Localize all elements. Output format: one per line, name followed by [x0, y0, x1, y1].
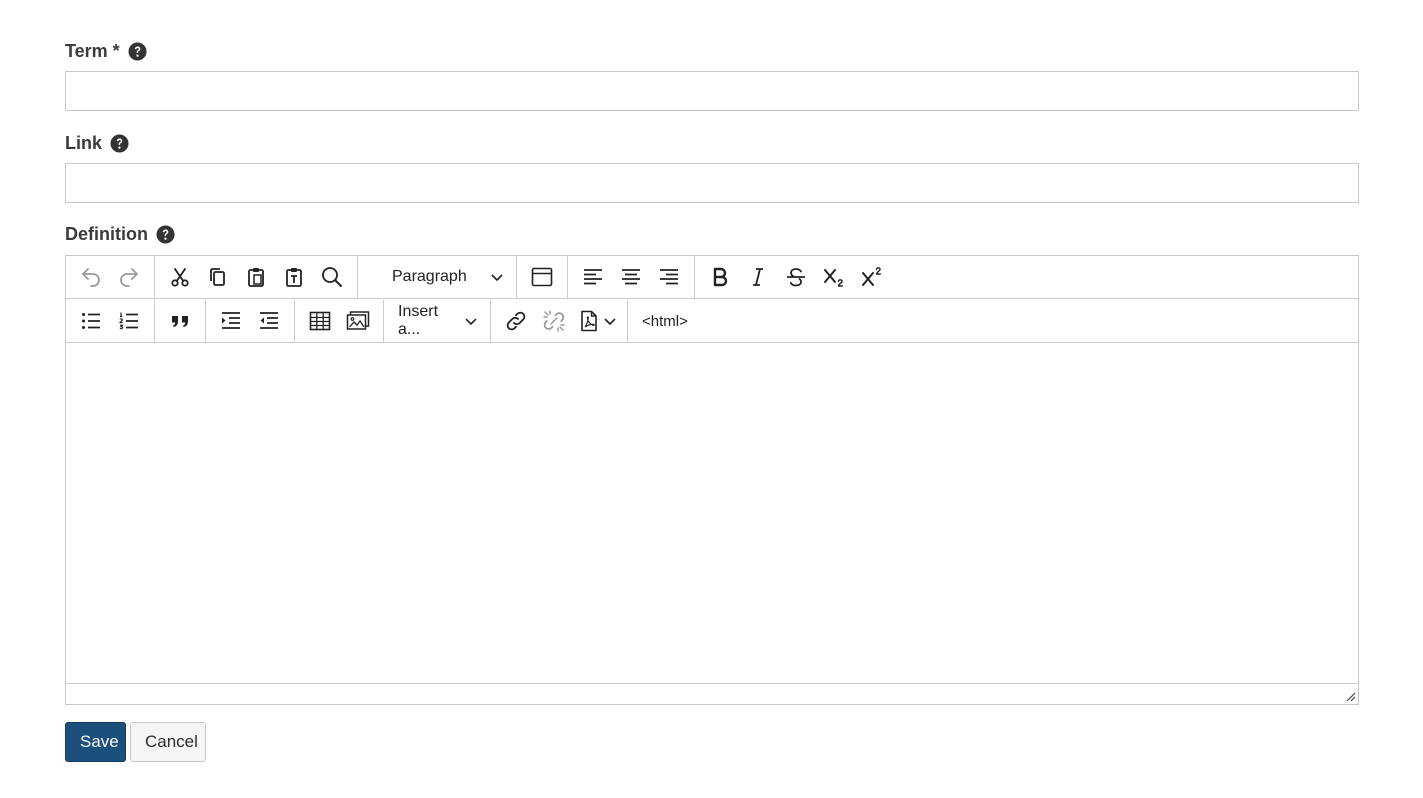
html-source-button[interactable]: <html> [634, 304, 696, 338]
italic-icon [753, 268, 763, 286]
scissors-icon [171, 268, 189, 287]
superscript-icon [862, 267, 881, 286]
link-label: Link [65, 132, 103, 153]
strikethrough-icon [787, 268, 805, 287]
copy-icon [210, 268, 225, 286]
source-group: <html> [628, 300, 702, 343]
quote-icon [172, 316, 188, 327]
subscript-button[interactable] [817, 260, 851, 294]
italic-button[interactable] [741, 260, 775, 294]
table-button[interactable] [303, 304, 337, 338]
link-tools-group [491, 299, 628, 343]
block-format-group: Paragraph [358, 255, 517, 299]
align-center-icon [622, 269, 640, 285]
numbered-list-button[interactable] [112, 304, 146, 338]
insert-container-button[interactable] [525, 260, 559, 294]
pdf-embed-button[interactable] [575, 304, 619, 338]
text-style-group [695, 256, 897, 299]
chevron-down-icon [491, 274, 503, 282]
question-circle-icon[interactable] [110, 133, 129, 153]
indent-button[interactable] [214, 304, 248, 338]
numbered-list-icon [119, 312, 138, 330]
alignment-group [568, 255, 695, 299]
redo-icon [120, 268, 138, 287]
editor-toolbar-row-2: Insert a... <html> [66, 299, 1358, 343]
paste-button[interactable] [239, 260, 273, 294]
resize-handle-icon[interactable] [1344, 690, 1356, 702]
bullet-list-button[interactable] [74, 304, 108, 338]
paste-text-icon [286, 268, 302, 287]
question-circle-icon[interactable] [128, 41, 147, 61]
chevron-down-icon [604, 318, 616, 326]
term-label-row: Term * [65, 39, 147, 63]
bold-icon [713, 267, 728, 287]
undo-icon [82, 268, 100, 287]
strikethrough-button[interactable] [779, 260, 813, 294]
image-button[interactable] [341, 304, 375, 338]
blockquote-group [155, 299, 206, 343]
clipboard-group [155, 255, 358, 299]
insert-link-button[interactable] [499, 304, 533, 338]
align-left-icon [584, 269, 602, 285]
definition-label: Definition [65, 223, 148, 244]
save-button[interactable]: Save [65, 722, 126, 762]
lists-group [66, 299, 155, 343]
block-format-value: Paragraph [392, 268, 467, 285]
definition-content-area[interactable] [66, 344, 1358, 684]
redo-button[interactable] [112, 260, 146, 294]
undo-button[interactable] [74, 260, 108, 294]
subscript-icon [824, 269, 843, 287]
question-circle-icon[interactable] [156, 224, 175, 244]
link-icon [506, 311, 526, 331]
container-group [517, 255, 568, 299]
blockquote-button[interactable] [163, 304, 197, 338]
chevron-down-icon [465, 318, 477, 326]
outdent-button[interactable] [252, 304, 286, 338]
block-format-select[interactable]: Paragraph [384, 260, 510, 294]
align-right-icon [660, 269, 678, 285]
editor-toolbar-row-1: Paragraph [66, 255, 1358, 299]
unlink-icon [543, 310, 565, 332]
paste-icon [248, 268, 264, 287]
insert-menu-group: Insert a... [384, 299, 491, 343]
search-icon [322, 267, 342, 287]
table-icon [309, 311, 331, 331]
definition-label-row: Definition [65, 222, 175, 246]
align-left-button[interactable] [576, 260, 610, 294]
outdent-icon [260, 312, 278, 329]
find-replace-button[interactable] [315, 260, 349, 294]
term-input[interactable] [65, 71, 1359, 111]
insert-media-group [295, 299, 384, 343]
window-icon [531, 267, 553, 287]
insert-menu-select[interactable]: Insert a... [390, 303, 484, 338]
pdf-file-icon [581, 310, 597, 332]
link-input[interactable] [65, 163, 1359, 203]
history-group [66, 255, 155, 299]
cut-button[interactable] [163, 260, 197, 294]
cancel-button[interactable]: Cancel [130, 722, 206, 762]
indent-icon [222, 312, 240, 329]
superscript-button[interactable] [855, 260, 889, 294]
definition-editor: Paragraph Insert a... <html> [65, 255, 1359, 705]
align-right-button[interactable] [652, 260, 686, 294]
align-center-button[interactable] [614, 260, 648, 294]
bold-button[interactable] [703, 260, 737, 294]
unlink-button[interactable] [537, 304, 571, 338]
insert-menu-label: Insert a... [398, 303, 439, 338]
term-label: Term * [65, 40, 120, 61]
paste-as-text-button[interactable] [277, 260, 311, 294]
image-icon [346, 311, 370, 330]
indent-group [206, 299, 295, 343]
copy-button[interactable] [201, 260, 235, 294]
editor-statusbar [66, 684, 1358, 704]
link-label-row: Link [65, 131, 129, 155]
bullet-list-icon [82, 313, 100, 329]
